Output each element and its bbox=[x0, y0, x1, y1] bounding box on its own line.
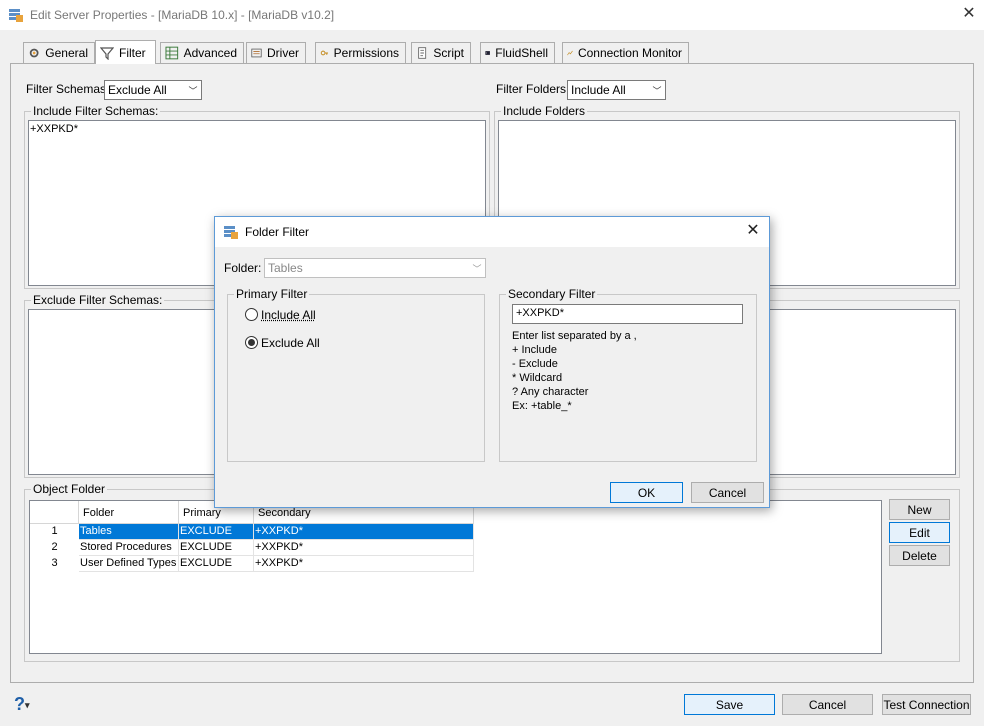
cell-primary[interactable]: EXCLUDE bbox=[179, 524, 254, 540]
dialog-cancel-button[interactable]: Cancel bbox=[691, 482, 764, 503]
test-connection-button[interactable]: Test Connection bbox=[882, 694, 971, 715]
row-number: 1 bbox=[51, 525, 58, 537]
tab-label: Filter bbox=[119, 45, 146, 60]
app-icon bbox=[9, 9, 23, 22]
tab-script[interactable]: Script bbox=[411, 42, 471, 63]
folder-filter-dialog: Folder Filter ✕ Folder: Tables ﹀ Primary… bbox=[214, 216, 770, 508]
folder-select[interactable]: Tables ﹀ bbox=[264, 258, 486, 278]
include-folders-title: Include Folders bbox=[501, 104, 588, 118]
filter-folders-label: Filter Folders: bbox=[496, 82, 570, 96]
tab-label: General bbox=[45, 46, 88, 60]
filter-schemas-value: Exclude All bbox=[108, 83, 167, 97]
tab-general[interactable]: General bbox=[23, 42, 95, 63]
tab-connection-monitor[interactable]: Connection Monitor bbox=[562, 42, 689, 63]
folder-label: Folder: bbox=[224, 261, 262, 275]
edit-button[interactable]: Edit bbox=[889, 522, 950, 543]
filter-folders-value: Include All bbox=[571, 83, 626, 97]
tab-driver[interactable]: Driver bbox=[246, 42, 306, 63]
cell-primary[interactable]: EXCLUDE bbox=[179, 540, 254, 556]
tab-label: Driver bbox=[267, 46, 299, 60]
permissions-icon bbox=[320, 50, 329, 56]
secondary-filter-input[interactable]: +XXPKD* bbox=[512, 304, 743, 324]
ok-button[interactable]: OK bbox=[610, 482, 683, 503]
connection-monitor-icon bbox=[567, 50, 573, 56]
advanced-icon bbox=[165, 46, 179, 60]
primary-filter-title: Primary Filter bbox=[234, 287, 310, 301]
help-icon[interactable]: ?▾ bbox=[14, 694, 30, 715]
cell-secondary[interactable]: +XXPKD* bbox=[254, 556, 474, 572]
filter-folders-select[interactable]: Include All ﹀ bbox=[567, 80, 666, 100]
filter-schemas-select[interactable]: Exclude All ﹀ bbox=[104, 80, 202, 100]
caret-down-icon: ▾ bbox=[25, 699, 30, 710]
dialog-title: Folder Filter bbox=[245, 225, 310, 239]
tab-advanced[interactable]: Advanced bbox=[160, 42, 244, 63]
column-header-folder[interactable]: Folder bbox=[79, 501, 179, 524]
object-folder-table[interactable]: Folder Primary Secondary 1 Tables EXCLUD… bbox=[29, 500, 882, 654]
include-all-radio[interactable] bbox=[245, 308, 258, 321]
secondary-filter-help: Enter list separated by a , + Include - … bbox=[512, 330, 637, 412]
tab-label: Permissions bbox=[333, 46, 399, 60]
close-icon[interactable]: ✕ bbox=[960, 5, 978, 23]
exclude-filter-schemas-title: Exclude Filter Schemas: bbox=[31, 293, 165, 307]
help-glyph: ? bbox=[14, 694, 25, 714]
tab-label: Script bbox=[433, 46, 464, 60]
chevron-down-icon: ﹀ bbox=[188, 85, 198, 96]
table-row[interactable]: 3 User Defined Types EXCLUDE +XXPKD* bbox=[30, 556, 474, 572]
filter-schemas-label: Filter Schemas: bbox=[26, 82, 110, 96]
driver-icon bbox=[251, 48, 262, 58]
include-all-label[interactable]: Include All bbox=[261, 308, 316, 322]
folder-value: Tables bbox=[268, 261, 303, 275]
cell-folder[interactable]: User Defined Types bbox=[79, 556, 179, 572]
tab-permissions[interactable]: Permissions bbox=[315, 42, 406, 63]
exclude-all-radio[interactable] bbox=[245, 336, 258, 349]
cell-primary[interactable]: EXCLUDE bbox=[179, 556, 254, 572]
tab-label: Connection Monitor bbox=[577, 46, 682, 60]
general-icon bbox=[29, 48, 39, 58]
cancel-button[interactable]: Cancel bbox=[782, 694, 873, 715]
cell-folder[interactable]: Tables bbox=[79, 524, 179, 540]
secondary-filter-title: Secondary Filter bbox=[506, 287, 598, 301]
close-icon[interactable]: ✕ bbox=[745, 223, 761, 239]
cell-secondary[interactable]: +XXPKD* bbox=[254, 524, 474, 540]
title-bar: Edit Server Properties - [MariaDB 10.x] … bbox=[0, 0, 984, 30]
exclude-all-label[interactable]: Exclude All bbox=[261, 336, 320, 350]
filter-icon bbox=[100, 46, 114, 60]
chevron-down-icon: ﹀ bbox=[472, 263, 482, 274]
row-number: 3 bbox=[51, 557, 58, 569]
chevron-down-icon: ﹀ bbox=[652, 85, 662, 96]
cell-secondary[interactable]: +XXPKD* bbox=[254, 540, 474, 556]
tab-fluidshell[interactable]: FluidShell bbox=[480, 42, 555, 63]
table-row[interactable]: 1 Tables EXCLUDE +XXPKD* bbox=[30, 524, 474, 540]
save-button[interactable]: Save bbox=[684, 694, 775, 715]
dialog-app-icon bbox=[224, 226, 238, 239]
tab-filter[interactable]: Filter bbox=[95, 40, 156, 64]
dialog-title-bar: Folder Filter ✕ bbox=[215, 217, 769, 247]
row-number-header bbox=[30, 501, 79, 524]
cell-folder[interactable]: Stored Procedures bbox=[79, 540, 179, 556]
script-icon bbox=[418, 47, 427, 59]
fluidshell-icon bbox=[485, 51, 490, 55]
object-folder-title: Object Folder bbox=[31, 482, 108, 496]
include-filter-schemas-title: Include Filter Schemas: bbox=[31, 104, 161, 118]
table-row[interactable]: 2 Stored Procedures EXCLUDE +XXPKD* bbox=[30, 540, 474, 556]
new-button[interactable]: New bbox=[889, 499, 950, 520]
tab-label: Advanced bbox=[183, 46, 237, 60]
row-number: 2 bbox=[51, 541, 58, 553]
tab-label: FluidShell bbox=[495, 46, 548, 60]
delete-button[interactable]: Delete bbox=[889, 545, 950, 566]
window-title: Edit Server Properties - [MariaDB 10.x] … bbox=[30, 8, 335, 22]
